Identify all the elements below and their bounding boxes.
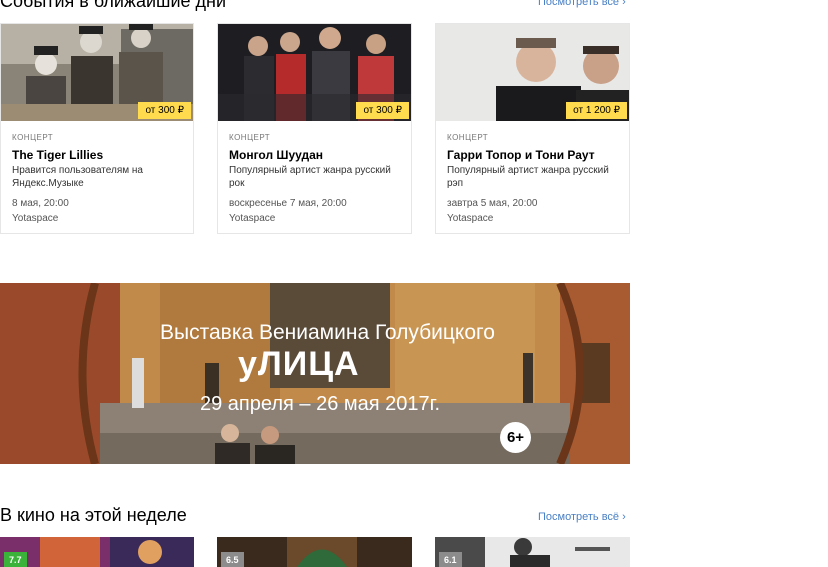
price-badge: от 1 200 ₽	[566, 102, 627, 119]
age-rating-badge: 6+	[500, 422, 531, 453]
banner-subtitle: Выставка Вениамина Голубицкого	[160, 321, 495, 344]
event-title[interactable]: Гарри Топор и Тони Раут	[447, 148, 618, 162]
event-venue: Yotaspace	[229, 213, 276, 224]
event-description: Популярный артист жанра русский рэп	[447, 165, 609, 189]
event-date: 8 мая, 20:00	[12, 198, 69, 209]
event-card[interactable]: от 1 200 ₽ КОНЦЕРТ Гарри Топор и Тони Ра…	[435, 23, 630, 234]
event-title[interactable]: Монгол Шуудан	[229, 148, 400, 162]
cinema-section-title: В кино на этой неделе	[0, 505, 187, 525]
exhibition-banner[interactable]: Выставка Вениамина Голубицкого уЛИЦА 29 …	[0, 283, 630, 464]
event-category: КОНЦЕРТ	[12, 133, 54, 142]
event-image[interactable]: от 300 ₽	[218, 24, 411, 121]
events-see-all-link[interactable]: Посмотреть всё ›	[538, 0, 626, 8]
film-card[interactable]: 7.7	[0, 537, 194, 567]
event-date: воскресенье 7 мая, 20:00	[229, 198, 347, 209]
price-badge: от 300 ₽	[356, 102, 409, 119]
banner-title: уЛИЦА	[238, 345, 360, 383]
film-rating-badge: 7.7	[4, 552, 27, 567]
event-image[interactable]: от 1 200 ₽	[436, 24, 629, 121]
event-image[interactable]: от 300 ₽	[1, 24, 193, 121]
event-venue: Yotaspace	[447, 213, 494, 224]
event-card[interactable]: от 300 ₽ КОНЦЕРТ Монгол Шуудан Популярны…	[217, 23, 412, 234]
film-card[interactable]: 6.5	[217, 537, 412, 567]
event-venue: Yotaspace	[12, 213, 59, 224]
event-date: завтра 5 мая, 20:00	[447, 198, 538, 209]
event-card[interactable]: от 300 ₽ КОНЦЕРТ The Tiger Lillies Нрави…	[0, 23, 194, 234]
event-description: Нравится пользователям на Яндекс.Музыке	[12, 165, 143, 189]
event-category: КОНЦЕРТ	[229, 133, 271, 142]
event-description: Популярный артист жанра русский рок	[229, 165, 391, 189]
event-category: КОНЦЕРТ	[447, 133, 489, 142]
film-rating-badge: 6.1	[439, 552, 462, 567]
banner-dates: 29 апреля – 26 мая 2017г.	[200, 393, 441, 415]
film-card[interactable]: 6.1	[435, 537, 630, 567]
film-rating-badge: 6.5	[221, 552, 244, 567]
cinema-see-all-link[interactable]: Посмотреть всё ›	[538, 511, 626, 523]
event-title[interactable]: The Tiger Lillies	[12, 148, 182, 162]
price-badge: от 300 ₽	[138, 102, 191, 119]
events-section-title: События в ближайшие дни	[0, 0, 227, 11]
